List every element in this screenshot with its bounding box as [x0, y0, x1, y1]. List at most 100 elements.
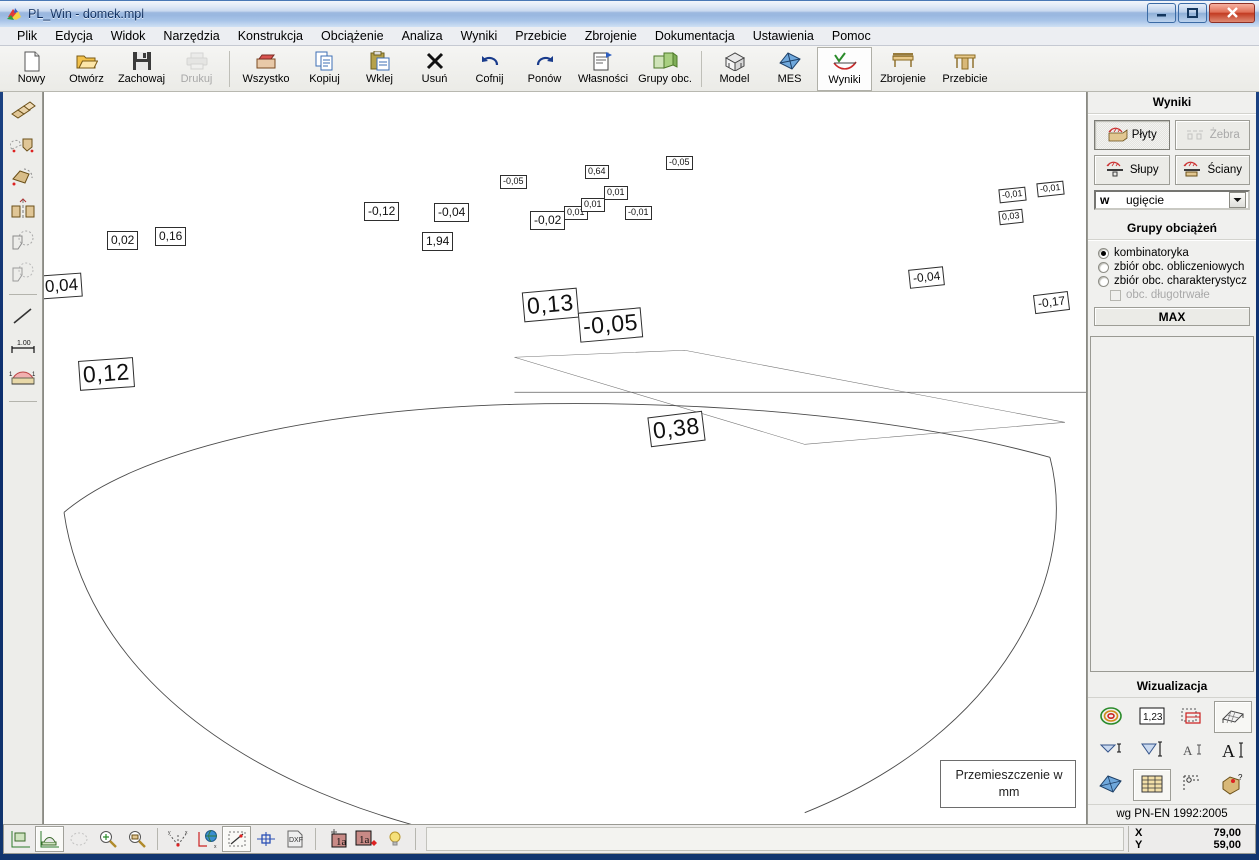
toolbar-button-zachowaj[interactable]: Zachowaj	[114, 47, 169, 91]
toolbar-button-zbrojenie[interactable]: Zbrojenie	[872, 47, 934, 91]
status-button-layer-1a-add[interactable]: 1a	[351, 826, 380, 852]
dimension-icon[interactable]: 1.00	[8, 333, 38, 363]
status-button-crosshair[interactable]	[251, 826, 280, 852]
result-type-combo[interactable]: w ugięcie	[1094, 190, 1250, 210]
close-button[interactable]	[1209, 3, 1255, 23]
toolbar-button-wyniki[interactable]: Wyniki	[817, 47, 872, 91]
minimize-button[interactable]	[1147, 3, 1176, 23]
toolbar-label: Usuń	[421, 73, 448, 85]
toolbar-button-kopiuj[interactable]: Kopiuj	[297, 47, 352, 91]
menu-item-zbrojenie[interactable]: Zbrojenie	[576, 28, 646, 44]
load-groups-title: Grupy obciążeń	[1088, 218, 1256, 240]
vis-button-help-box[interactable]: ?	[1214, 769, 1253, 801]
result-label: 0,16	[155, 227, 187, 246]
result-label: 0,03	[998, 208, 1024, 226]
menu-item-narzedzia[interactable]: Narzędzia	[154, 28, 228, 44]
toolbar-label: Zachowaj	[117, 73, 166, 85]
results-button-slupy[interactable]: Słupy	[1094, 155, 1170, 185]
toolbar-button-drukuj[interactable]: Drukuj	[169, 47, 224, 91]
toolbar-button-przebicie[interactable]: Przebicie	[934, 47, 996, 91]
toolbar-button-wklej[interactable]: Wklej	[352, 47, 407, 91]
status-button-axonometry[interactable]: y x	[164, 826, 193, 852]
vis-button-values[interactable]: 1,23	[1133, 701, 1172, 733]
line-tool-icon[interactable]	[8, 301, 38, 331]
chevron-down-icon[interactable]	[1229, 192, 1246, 208]
toolbar-button-cofnij[interactable]: Cofnij	[462, 47, 517, 91]
support-beam-icon[interactable]: 1 1	[8, 365, 38, 395]
toolbar-button-otworz[interactable]: Otwórz	[59, 47, 114, 91]
radio-zbior-obliczeniowych[interactable]: zbiór obc. obliczeniowych	[1094, 260, 1250, 274]
status-button-snap-grid[interactable]	[222, 826, 251, 852]
toolbar-separator	[701, 51, 702, 87]
vis-button-solid-render[interactable]	[1092, 769, 1131, 801]
maximize-button[interactable]	[1178, 3, 1207, 23]
status-button-zoom-in[interactable]	[93, 826, 122, 852]
toolbar-button-nowy[interactable]: Nowy	[4, 47, 59, 91]
vis-button-deformed[interactable]	[1173, 701, 1212, 733]
status-message-area	[426, 827, 1124, 851]
copy-plates-icon[interactable]	[8, 98, 38, 128]
vis-button-font-large[interactable]: A	[1214, 735, 1253, 767]
legend-box: Przemieszczenie w mm	[940, 760, 1076, 808]
menu-item-widok[interactable]: Widok	[102, 28, 155, 44]
window-controls	[1147, 3, 1255, 23]
results-button-sciany[interactable]: Ściany	[1174, 155, 1250, 185]
rotate-plate-icon[interactable]	[8, 162, 38, 192]
vis-button-diagram-scale-small[interactable]	[1092, 735, 1131, 767]
menu-item-wyniki[interactable]: Wyniki	[452, 28, 507, 44]
result-label: -0,05	[666, 156, 693, 170]
left-toolbar: 1.00 1 1	[3, 92, 43, 824]
menu-item-ustawienia[interactable]: Ustawienia	[744, 28, 823, 44]
status-button-hint-bulb[interactable]	[380, 826, 409, 852]
union-shape-icon[interactable]	[8, 226, 38, 256]
vis-button-isolines[interactable]	[1092, 701, 1131, 733]
status-button-dxf-export[interactable]: DXF	[280, 826, 309, 852]
radio-kombinatoryka[interactable]: kombinatoryka	[1094, 246, 1250, 260]
vis-button-mesh-surface[interactable]	[1213, 701, 1252, 733]
radio-zbior-charakterystycznych[interactable]: zbiór obc. charakterystycz	[1094, 274, 1250, 288]
reinforcement-icon	[891, 50, 915, 72]
toolbar-label: Kopiuj	[309, 73, 340, 85]
viewport-3d[interactable]: 0,04 0,02 0,16 0,12 -0,12 -0,04 1,94 -0,05 -0,02…	[43, 92, 1087, 824]
menu-item-analiza[interactable]: Analiza	[393, 28, 452, 44]
status-button-plan-view[interactable]	[6, 826, 35, 852]
toolbar-button-mes[interactable]: MES	[762, 47, 817, 91]
toolbar-button-wszystko[interactable]: Wszystko	[235, 47, 297, 91]
load-groups-icon	[652, 50, 678, 72]
status-button-select-region[interactable]	[64, 826, 93, 852]
menu-item-obciazenie[interactable]: Obciążenie	[312, 28, 393, 44]
redo-arrow-icon	[534, 50, 556, 72]
menu-item-pomoc[interactable]: Pomoc	[823, 28, 880, 44]
result-label: 0,64	[585, 165, 609, 179]
toolbar-button-grupy-obc[interactable]: Grupy obc.	[634, 47, 696, 91]
status-button-elevation-view[interactable]	[35, 826, 64, 852]
results-button-zebra[interactable]: Żebra	[1174, 120, 1250, 150]
checkbox-obc-dlugotrwale[interactable]: obc. długotrwałe	[1094, 288, 1250, 302]
max-button[interactable]: MAX	[1094, 307, 1250, 326]
menu-item-edycja[interactable]: Edycja	[46, 28, 102, 44]
toolbar-button-model[interactable]: Model	[707, 47, 762, 91]
vis-button-node-detail[interactable]	[1173, 769, 1212, 801]
status-button-layer-1a[interactable]: 1a	[322, 826, 351, 852]
menu-item-plik[interactable]: Plik	[8, 28, 46, 44]
status-button-zoom-window[interactable]	[122, 826, 151, 852]
menu-item-przebicie[interactable]: Przebicie	[506, 28, 575, 44]
load-groups-body: kombinatoryka zbiór obc. obliczeniowych …	[1088, 240, 1256, 332]
results-button-plyty[interactable]: Płyty	[1094, 120, 1170, 150]
punching-icon	[953, 50, 977, 72]
vis-button-grid-table[interactable]	[1132, 769, 1171, 801]
results-curve-icon	[832, 51, 858, 73]
move-plate-icon[interactable]	[8, 130, 38, 160]
toolbar-button-ponow[interactable]: Ponów	[517, 47, 572, 91]
vis-button-diagram-scale-large[interactable]	[1133, 735, 1172, 767]
vis-button-font-small[interactable]: A	[1173, 735, 1212, 767]
mirror-plate-icon[interactable]	[8, 194, 38, 224]
status-button-globe-view[interactable]: x	[193, 826, 222, 852]
copy-icon	[315, 50, 335, 72]
toolbar-button-usun[interactable]: Usuń	[407, 47, 462, 91]
menu-item-dokumentacja[interactable]: Dokumentacja	[646, 28, 744, 44]
toolbar-button-wlasnosci[interactable]: Własności	[572, 47, 634, 91]
menu-item-konstrukcja[interactable]: Konstrukcja	[229, 28, 312, 44]
result-label: 0,01	[581, 198, 605, 212]
subtract-shape-icon[interactable]	[8, 258, 38, 288]
